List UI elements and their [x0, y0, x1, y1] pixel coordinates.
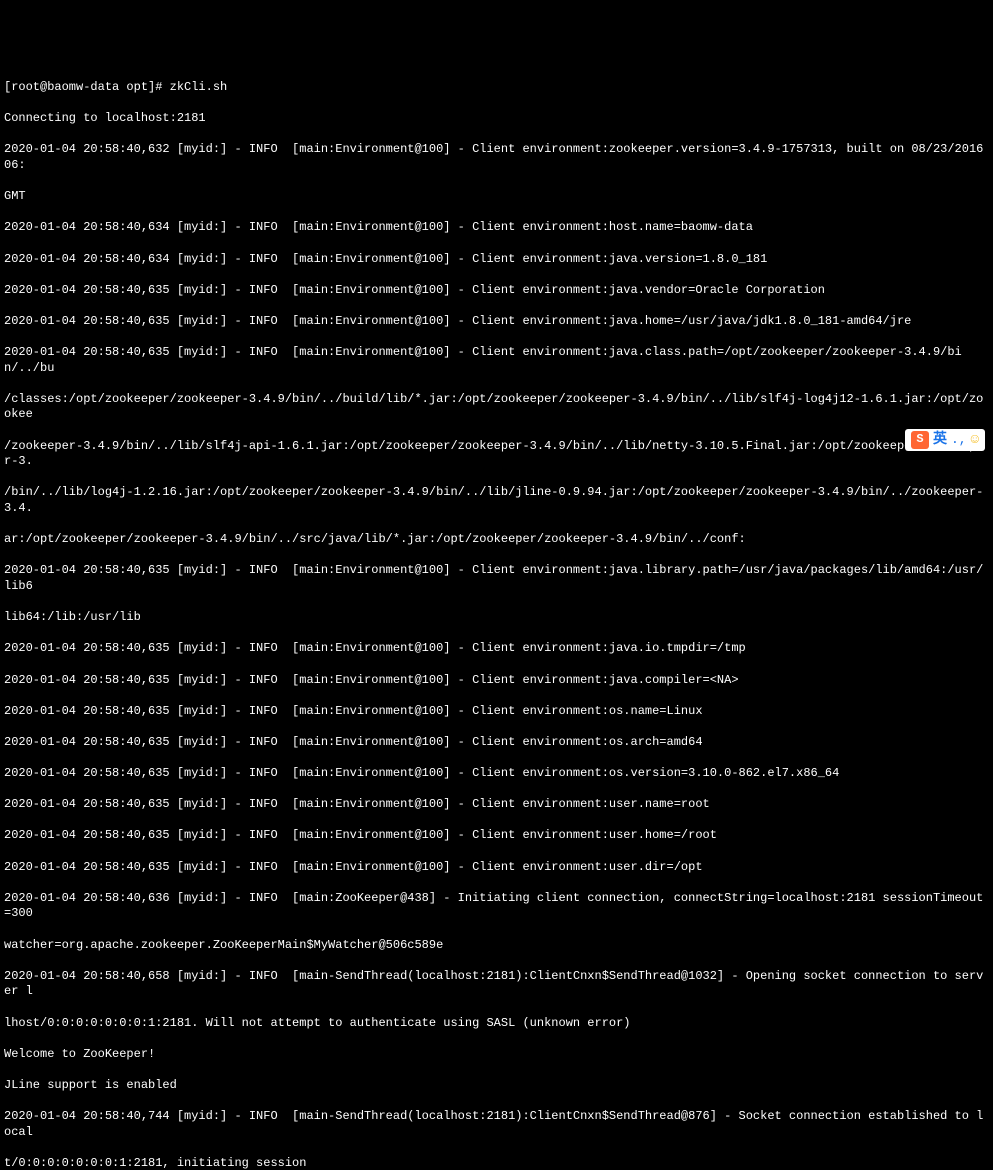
log-line: ar:/opt/zookeeper/zookeeper-3.4.9/bin/..…: [4, 532, 989, 548]
log-line: lhost/0:0:0:0:0:0:0:1:2181. Will not att…: [4, 1016, 989, 1032]
log-line: 2020-01-04 20:58:40,744 [myid:] - INFO […: [4, 1109, 989, 1140]
log-line: 2020-01-04 20:58:40,635 [myid:] - INFO […: [4, 797, 989, 813]
log-line: 2020-01-04 20:58:40,635 [myid:] - INFO […: [4, 828, 989, 844]
log-line: /bin/../lib/log4j-1.2.16.jar:/opt/zookee…: [4, 485, 989, 516]
ime-emoji-icon[interactable]: ☺: [971, 431, 979, 449]
shell-prompt: [root@baomw-data opt]# zkCli.sh: [4, 80, 989, 96]
log-line: 2020-01-04 20:58:40,632 [myid:] - INFO […: [4, 142, 989, 173]
log-line: lib64:/lib:/usr/lib: [4, 610, 989, 626]
log-line: Welcome to ZooKeeper!: [4, 1047, 989, 1063]
log-line: JLine support is enabled: [4, 1078, 989, 1094]
log-line: watcher=org.apache.zookeeper.ZooKeeperMa…: [4, 938, 989, 954]
log-line: 2020-01-04 20:58:40,634 [myid:] - INFO […: [4, 220, 989, 236]
ime-language-toggle[interactable]: 英: [933, 431, 947, 449]
log-line: 2020-01-04 20:58:40,635 [myid:] - INFO […: [4, 345, 989, 376]
log-line: 2020-01-04 20:58:40,635 [myid:] - INFO […: [4, 766, 989, 782]
log-line: 2020-01-04 20:58:40,635 [myid:] - INFO […: [4, 641, 989, 657]
sogou-icon[interactable]: S: [911, 431, 929, 449]
log-line: 2020-01-04 20:58:40,635 [myid:] - INFO […: [4, 314, 989, 330]
log-line: 2020-01-04 20:58:40,635 [myid:] - INFO […: [4, 860, 989, 876]
ime-toolbar[interactable]: S 英 ., ☺: [905, 429, 985, 451]
log-line: 2020-01-04 20:58:40,636 [myid:] - INFO […: [4, 891, 989, 922]
ime-punct-toggle[interactable]: .,: [951, 432, 967, 449]
log-line: 2020-01-04 20:58:40,635 [myid:] - INFO […: [4, 563, 989, 594]
log-line: 2020-01-04 20:58:40,658 [myid:] - INFO […: [4, 969, 989, 1000]
log-line: t/0:0:0:0:0:0:0:1:2181, initiating sessi…: [4, 1156, 989, 1170]
log-line: 2020-01-04 20:58:40,634 [myid:] - INFO […: [4, 252, 989, 268]
log-line: /classes:/opt/zookeeper/zookeeper-3.4.9/…: [4, 392, 989, 423]
log-line: GMT: [4, 189, 989, 205]
log-line: 2020-01-04 20:58:40,635 [myid:] - INFO […: [4, 735, 989, 751]
log-line: 2020-01-04 20:58:40,635 [myid:] - INFO […: [4, 283, 989, 299]
terminal-output[interactable]: [root@baomw-data opt]# zkCli.sh Connecti…: [4, 64, 989, 1170]
log-line: Connecting to localhost:2181: [4, 111, 989, 127]
log-line: /zookeeper-3.4.9/bin/../lib/slf4j-api-1.…: [4, 439, 989, 470]
log-line: 2020-01-04 20:58:40,635 [myid:] - INFO […: [4, 704, 989, 720]
log-line: 2020-01-04 20:58:40,635 [myid:] - INFO […: [4, 673, 989, 689]
